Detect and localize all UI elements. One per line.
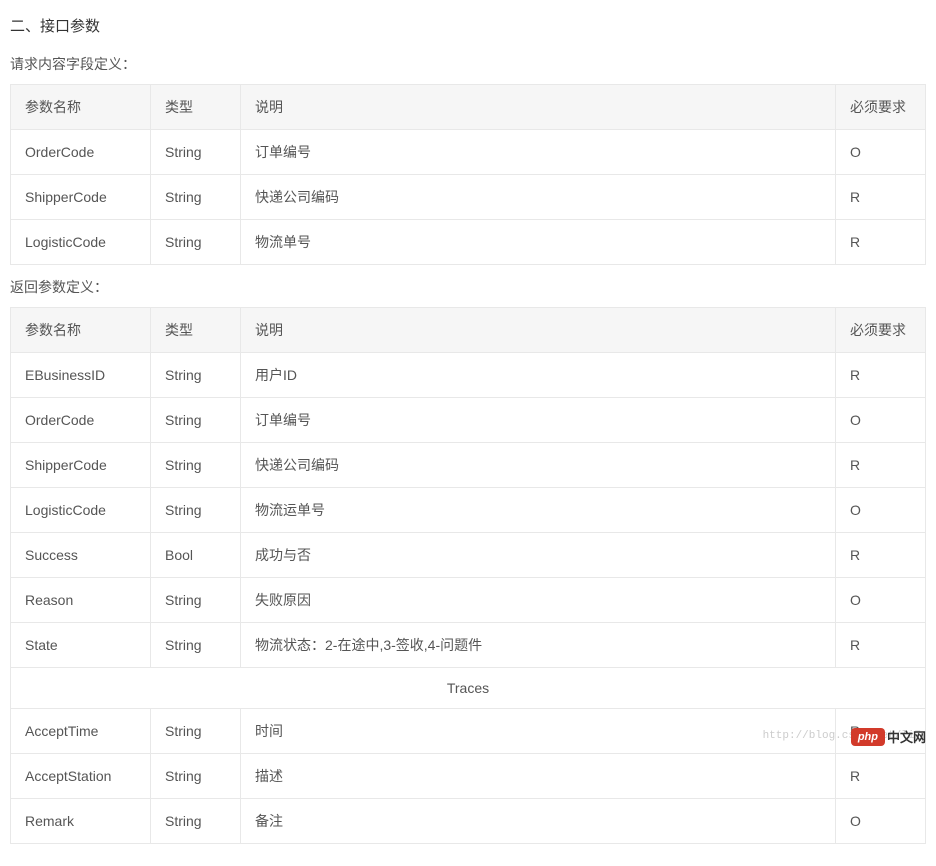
cell-name: Reason bbox=[11, 578, 151, 623]
cell-name: ShipperCode bbox=[11, 175, 151, 220]
cell-desc: 快递公司编码 bbox=[241, 443, 836, 488]
traces-label: Traces bbox=[11, 668, 926, 709]
cell-req: R bbox=[836, 443, 926, 488]
cell-desc: 物流单号 bbox=[241, 220, 836, 265]
header-type: 类型 bbox=[151, 85, 241, 130]
request-table: 参数名称 类型 说明 必须要求 OrderCode String 订单编号 O … bbox=[10, 84, 926, 265]
cell-type: String bbox=[151, 130, 241, 175]
response-subtitle: 返回参数定义： bbox=[10, 277, 926, 297]
cell-desc: 备注 bbox=[241, 799, 836, 844]
table-row: ShipperCode String 快递公司编码 R bbox=[11, 443, 926, 488]
cell-type: String bbox=[151, 578, 241, 623]
table-header-row: 参数名称 类型 说明 必须要求 bbox=[11, 308, 926, 353]
cell-name: OrderCode bbox=[11, 398, 151, 443]
cell-type: String bbox=[151, 799, 241, 844]
cell-req: R bbox=[836, 754, 926, 799]
cell-type: String bbox=[151, 220, 241, 265]
header-req: 必须要求 bbox=[836, 308, 926, 353]
cell-type: String bbox=[151, 623, 241, 668]
traces-row: Traces bbox=[11, 668, 926, 709]
cell-req: R bbox=[836, 709, 926, 754]
table-row: AcceptStation String 描述 R bbox=[11, 754, 926, 799]
table-row: OrderCode String 订单编号 O bbox=[11, 398, 926, 443]
cell-req: O bbox=[836, 398, 926, 443]
cell-type: String bbox=[151, 443, 241, 488]
cell-desc: 时间 bbox=[241, 709, 836, 754]
cell-req: O bbox=[836, 130, 926, 175]
request-subtitle: 请求内容字段定义： bbox=[10, 54, 926, 74]
table-row: Success Bool 成功与否 R bbox=[11, 533, 926, 578]
cell-req: R bbox=[836, 623, 926, 668]
cell-desc: 物流状态：2-在途中,3-签收,4-问题件 bbox=[241, 623, 836, 668]
cell-name: EBusinessID bbox=[11, 353, 151, 398]
table-row: OrderCode String 订单编号 O bbox=[11, 130, 926, 175]
header-name: 参数名称 bbox=[11, 308, 151, 353]
cell-name: Remark bbox=[11, 799, 151, 844]
cell-desc: 订单编号 bbox=[241, 398, 836, 443]
cell-req: R bbox=[836, 353, 926, 398]
table-row: ShipperCode String 快递公司编码 R bbox=[11, 175, 926, 220]
header-desc: 说明 bbox=[241, 308, 836, 353]
response-table: 参数名称 类型 说明 必须要求 EBusinessID String 用户ID … bbox=[10, 307, 926, 844]
cell-type: String bbox=[151, 353, 241, 398]
table-row: EBusinessID String 用户ID R bbox=[11, 353, 926, 398]
cell-name: AcceptStation bbox=[11, 754, 151, 799]
cell-req: R bbox=[836, 175, 926, 220]
header-req: 必须要求 bbox=[836, 85, 926, 130]
table-row: LogisticCode String 物流运单号 O bbox=[11, 488, 926, 533]
cell-req: R bbox=[836, 533, 926, 578]
cell-req: O bbox=[836, 488, 926, 533]
cell-type: String bbox=[151, 488, 241, 533]
cell-type: String bbox=[151, 754, 241, 799]
cell-desc: 成功与否 bbox=[241, 533, 836, 578]
cell-name: ShipperCode bbox=[11, 443, 151, 488]
cell-name: State bbox=[11, 623, 151, 668]
cell-type: String bbox=[151, 709, 241, 754]
section-title: 二、接口参数 bbox=[10, 15, 926, 36]
cell-type: Bool bbox=[151, 533, 241, 578]
cell-type: String bbox=[151, 398, 241, 443]
table-row: Reason String 失败原因 O bbox=[11, 578, 926, 623]
cell-desc: 用户ID bbox=[241, 353, 836, 398]
cell-desc: 快递公司编码 bbox=[241, 175, 836, 220]
cell-name: OrderCode bbox=[11, 130, 151, 175]
cell-req: O bbox=[836, 799, 926, 844]
cell-name: LogisticCode bbox=[11, 488, 151, 533]
cell-req: R bbox=[836, 220, 926, 265]
cell-desc: 物流运单号 bbox=[241, 488, 836, 533]
cell-type: String bbox=[151, 175, 241, 220]
cell-req: O bbox=[836, 578, 926, 623]
header-type: 类型 bbox=[151, 308, 241, 353]
cell-name: LogisticCode bbox=[11, 220, 151, 265]
header-desc: 说明 bbox=[241, 85, 836, 130]
header-name: 参数名称 bbox=[11, 85, 151, 130]
cell-name: AcceptTime bbox=[11, 709, 151, 754]
table-row: Remark String 备注 O bbox=[11, 799, 926, 844]
table-row: LogisticCode String 物流单号 R bbox=[11, 220, 926, 265]
cell-desc: 描述 bbox=[241, 754, 836, 799]
cell-desc: 订单编号 bbox=[241, 130, 836, 175]
cell-desc: 失败原因 bbox=[241, 578, 836, 623]
table-row: AcceptTime String 时间 R bbox=[11, 709, 926, 754]
table-row: State String 物流状态：2-在途中,3-签收,4-问题件 R bbox=[11, 623, 926, 668]
table-header-row: 参数名称 类型 说明 必须要求 bbox=[11, 85, 926, 130]
cell-name: Success bbox=[11, 533, 151, 578]
